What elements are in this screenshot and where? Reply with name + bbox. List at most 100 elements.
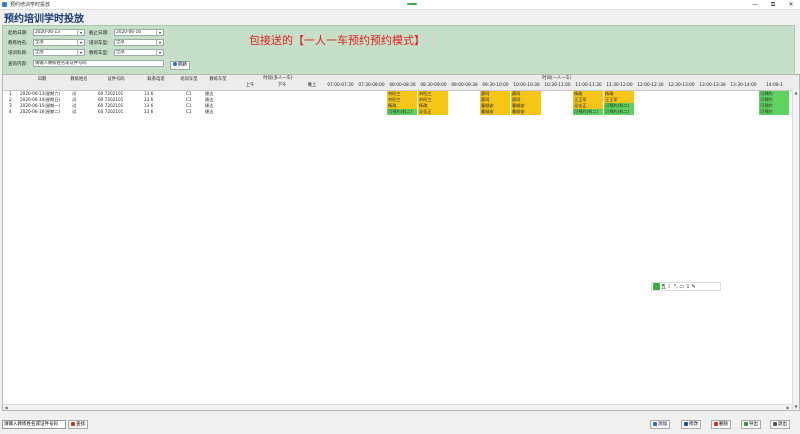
chevron-down-icon[interactable]: ▾: [77, 50, 84, 55]
subject-select-value: 全部: [35, 50, 44, 55]
slot-available[interactable]: 可预约(科二): [573, 109, 604, 115]
slot-booked[interactable]: 曹顺安: [511, 109, 542, 115]
bottom-toolbar: 请输入教练姓名或证件号码 查找 添加 修改 删除 导出 退出: [0, 418, 800, 434]
col-header-slot[interactable]: 07:30-08:00: [356, 82, 387, 89]
close-button[interactable]: ✕: [782, 0, 800, 9]
subject-select[interactable]: 全部 ▾: [33, 49, 85, 56]
coach-vehicle-select[interactable]: 全部 ▾: [114, 49, 164, 56]
refresh-icon: [173, 62, 177, 66]
start-date-field[interactable]: 2020-06-13 ▾: [33, 29, 85, 36]
annotation-text: 包接送的【一人一车预约预约模式】: [249, 34, 425, 47]
col-header-slot[interactable]: 12:00-12:30: [635, 82, 666, 89]
col-header-slot[interactable]: 07:00-07:30: [325, 82, 356, 89]
window-title: 预约培训学时投放: [10, 2, 51, 8]
end-date-field[interactable]: 2020-06-16 ▾: [114, 29, 164, 36]
find-button[interactable]: 查找: [68, 420, 88, 429]
delete-label: 删除: [719, 422, 728, 427]
ime-mode-label[interactable]: 五: [661, 284, 666, 290]
chevron-down-icon[interactable]: ▾: [77, 40, 84, 45]
group-header-time: 时间(一人一车): [542, 76, 572, 81]
ime-logo-icon: [653, 283, 660, 290]
cell-ctype: 捷达: [205, 109, 214, 114]
col-header-slot[interactable]: 08:30-09:00: [418, 82, 449, 89]
filter-panel: 起始日期: 2020-06-13 ▾ 截止日期: 2020-06-16 ▾ 教练…: [2, 25, 795, 75]
col-header-afternoon[interactable]: 下午: [267, 82, 297, 89]
vertical-scrollbar[interactable]: ▲ ▼: [792, 90, 799, 410]
delete-button[interactable]: 删除: [711, 420, 731, 429]
page-title: 预约培训学时投放: [4, 14, 84, 25]
col-header-ctype[interactable]: 教练车型: [203, 76, 233, 83]
horizontal-scrollbar[interactable]: ◀ ▶: [3, 404, 792, 410]
edit-icon: [684, 421, 688, 426]
edit-label: 修改: [689, 422, 698, 427]
col-header-phone[interactable]: 联系电话: [137, 76, 175, 83]
slot-available[interactable]: 可预约(科二): [604, 109, 635, 115]
add-icon: [653, 421, 657, 426]
app-icon: [2, 2, 7, 7]
ime-tool-icons[interactable]: ☾ °, ▭ ⇩ ✎: [668, 284, 696, 290]
cell-vtype: C1: [186, 109, 192, 114]
add-label: 添加: [658, 422, 667, 427]
exit-icon: [773, 421, 777, 426]
col-header-slot[interactable]: 14:00-1: [759, 82, 790, 89]
chevron-down-icon[interactable]: ▾: [156, 40, 163, 45]
query-input[interactable]: 请输入教练姓名或证件号码: [33, 60, 164, 67]
col-header-slot[interactable]: 09:00-09:30: [449, 82, 480, 89]
col-header-evening[interactable]: 晚上: [299, 82, 325, 89]
edit-button[interactable]: 修改: [681, 420, 701, 429]
group-header-shuttle: 时段(多人一车): [263, 76, 293, 81]
calendar-icon[interactable]: ▾: [156, 30, 163, 35]
chevron-down-icon[interactable]: ▾: [156, 50, 163, 55]
bottom-search-input[interactable]: 请输入教练姓名或证件号码: [2, 420, 66, 429]
export-button[interactable]: 导出: [741, 420, 761, 429]
col-header-slot[interactable]: 11:30-12:00: [604, 82, 635, 89]
cell-date: 2020-06-16(星期二): [20, 109, 61, 114]
refresh-button[interactable]: 刷新: [170, 61, 190, 70]
col-header-slot[interactable]: 13:00-13:30: [697, 82, 728, 89]
subject-label: 培训科目:: [8, 51, 28, 56]
minimize-button[interactable]: —: [746, 0, 764, 9]
scroll-down-icon[interactable]: ▼: [793, 404, 799, 410]
slot-available[interactable]: 可预约: [759, 109, 790, 115]
col-header-slot[interactable]: 11:00-11:30: [573, 82, 604, 89]
vehicle-type-select[interactable]: 全部 ▾: [114, 39, 164, 46]
col-header-slot[interactable]: 10:00-10:30: [511, 82, 542, 89]
coach-vehicle-label: 教练车型:: [89, 51, 109, 56]
col-header-vtype[interactable]: 培训车型: [176, 76, 202, 83]
cell-coach: 试: [72, 109, 77, 114]
slot-booked[interactable]: 曹顺安: [480, 109, 511, 115]
scroll-right-icon[interactable]: ▶: [785, 405, 791, 410]
col-header-morning[interactable]: 上午: [235, 82, 265, 89]
col-header-slot[interactable]: 09:30-10:00: [480, 82, 511, 89]
query-placeholder: 请输入教练姓名或证件号码: [35, 61, 87, 66]
start-date-label: 起始日期:: [8, 31, 28, 36]
scroll-left-icon[interactable]: ◀: [3, 405, 9, 410]
calendar-icon[interactable]: ▾: [77, 30, 84, 35]
scroll-up-icon[interactable]: ▲: [793, 90, 799, 96]
coach-select[interactable]: 全部 ▾: [33, 39, 85, 46]
col-header-slot[interactable]: 13:30-14:00: [728, 82, 759, 89]
maximize-button[interactable]: ⧉: [764, 0, 782, 9]
col-header-slot[interactable]: 08:00-08:30: [387, 82, 418, 89]
export-label: 导出: [749, 422, 758, 427]
col-header-slot[interactable]: 10:30-11:00: [542, 82, 573, 89]
add-button[interactable]: 添加: [650, 420, 670, 429]
find-label: 查找: [76, 422, 85, 427]
schedule-grid[interactable]: 时段(多人一车) 时间(一人一车) 日期 教练姓名 证件号码 联系电话 培训车型…: [2, 74, 800, 411]
slot-available[interactable]: 可预约(科二): [387, 109, 418, 115]
ime-toolbar[interactable]: 五 ☾ °, ▭ ⇩ ✎: [651, 282, 721, 291]
vehicle-type-label: 培训车型:: [89, 41, 109, 46]
start-date-value: 2020-06-13: [35, 30, 60, 35]
drag-handle[interactable]: [407, 3, 417, 5]
slot-booked[interactable]: 吴佳正: [418, 109, 449, 115]
col-header-id[interactable]: 证件号码: [97, 76, 135, 83]
find-icon: [71, 421, 75, 426]
refresh-label: 刷新: [178, 62, 187, 68]
exit-button[interactable]: 退出: [770, 420, 790, 429]
window-titlebar: 预约培训学时投放 — ⧉ ✕: [0, 0, 800, 10]
bottom-search-placeholder: 请输入教练姓名或证件号码: [4, 422, 58, 427]
col-header-date[interactable]: 日期: [23, 76, 61, 83]
table-row[interactable]: 4 2020-06-16(星期二) 试 60 7202101 13 6 C1 捷达 可预约(科…: [3, 109, 799, 115]
col-header-slot[interactable]: 12:30-13:00: [666, 82, 697, 89]
col-header-coach[interactable]: 教练姓名: [63, 76, 95, 83]
